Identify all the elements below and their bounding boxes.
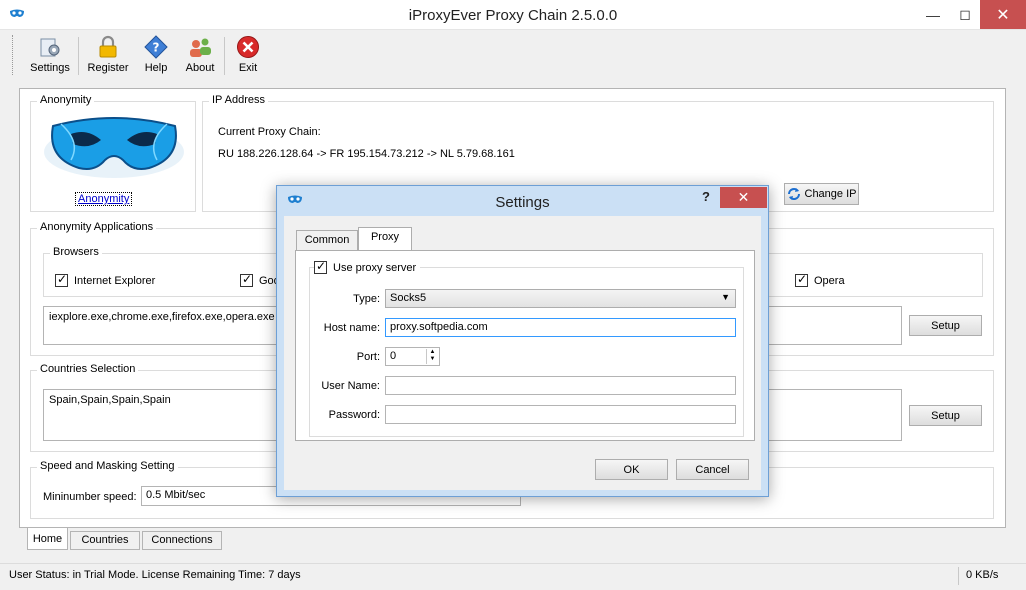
anonymity-group-label: Anonymity: [37, 94, 95, 106]
user-status-text: User Status: in Trial Mode. License Rema…: [9, 569, 301, 581]
type-value: Socks5: [390, 292, 427, 304]
anonymity-group: Anonymity Anonymity: [30, 94, 196, 212]
svg-text:?: ?: [153, 41, 160, 55]
exit-icon: [237, 36, 259, 58]
help-button[interactable]: ? Help: [140, 35, 172, 79]
dialog-help-button[interactable]: ?: [702, 189, 710, 204]
settings-label: Settings: [30, 62, 70, 74]
opera-checkbox[interactable]: ✓ Opera: [795, 272, 845, 287]
anonymity-mask-icon: [41, 112, 187, 184]
ip-address-group-label: IP Address: [209, 94, 268, 106]
internet-explorer-label: Internet Explorer: [74, 274, 156, 287]
host-name-label: Host name:: [323, 322, 380, 334]
spin-arrows-icon[interactable]: ▲ ▼: [426, 349, 438, 364]
dialog-title: Settings: [495, 194, 550, 211]
about-label: About: [185, 62, 215, 74]
toolbar-separator: [224, 37, 225, 75]
type-label: Type:: [353, 293, 380, 305]
settings-icon: [40, 38, 60, 57]
users-icon: [190, 38, 211, 57]
tab-proxy[interactable]: Proxy: [358, 227, 412, 251]
password-input[interactable]: [385, 405, 736, 424]
anonymity-applications-label: Anonymity Applications: [37, 221, 157, 233]
about-button[interactable]: About: [182, 35, 218, 79]
exit-button[interactable]: Exit: [234, 35, 262, 79]
applications-setup-button[interactable]: Setup: [909, 315, 982, 336]
maximize-button[interactable]: ◻: [948, 0, 982, 29]
minimize-button[interactable]: —: [916, 0, 950, 29]
use-proxy-label: Use proxy server: [333, 261, 417, 274]
dropdown-arrow-icon: ▼: [721, 292, 730, 302]
refresh-icon: [787, 188, 800, 200]
settings-button[interactable]: Settings: [24, 35, 76, 79]
port-label: Port:: [356, 351, 380, 363]
status-bar: User Status: in Trial Mode. License Rema…: [0, 563, 1026, 590]
google-chrome-checkbox[interactable]: ✓ Goo: [240, 272, 280, 287]
title-bar: iProxyEver Proxy Chain 2.5.0.0 — ◻ ✕: [0, 0, 1026, 30]
help-label: Help: [144, 62, 168, 74]
toolbar: Settings Register ? Help About Exit: [0, 31, 1026, 81]
use-proxy-checkbox[interactable]: ✓ Use proxy server: [314, 259, 421, 274]
register-label: Register: [87, 62, 129, 74]
close-button[interactable]: ✕: [980, 0, 1026, 29]
settings-dialog: Settings ? ✕ Common Proxy ✓ Use proxy ser…: [276, 185, 769, 497]
tab-connections[interactable]: Connections: [142, 531, 222, 550]
cancel-button[interactable]: Cancel: [676, 459, 749, 480]
status-divider: [958, 567, 959, 585]
change-ip-button[interactable]: Change IP: [784, 183, 859, 205]
tab-home[interactable]: Home: [27, 528, 68, 550]
help-icon: ?: [144, 35, 168, 59]
countries-setup-button[interactable]: Setup: [909, 405, 982, 426]
transfer-speed-text: 0 KB/s: [966, 569, 999, 581]
speed-masking-label: Speed and Masking Setting: [37, 460, 178, 472]
register-button[interactable]: Register: [84, 35, 132, 79]
dialog-close-button[interactable]: ✕: [720, 187, 767, 208]
internet-explorer-checkbox[interactable]: ✓ Internet Explorer: [55, 272, 156, 287]
current-proxy-chain-value: RU 188.226.128.64 -> FR 195.154.73.212 -…: [218, 148, 515, 160]
current-proxy-chain-label: Current Proxy Chain:: [218, 126, 321, 138]
lock-icon: [99, 35, 117, 58]
tab-countries[interactable]: Countries: [70, 531, 140, 550]
user-name-label: User Name:: [321, 380, 380, 392]
user-name-input[interactable]: [385, 376, 736, 395]
opera-label: Opera: [814, 274, 845, 287]
countries-selection-label: Countries Selection: [37, 363, 139, 375]
dialog-body: Common Proxy ✓ Use proxy server Type: Soc…: [284, 216, 761, 490]
window-title: iProxyEver Proxy Chain 2.5.0.0: [408, 7, 618, 24]
toolbar-separator: [78, 37, 79, 75]
port-stepper[interactable]: 0 ▲ ▼: [385, 347, 440, 366]
host-name-input[interactable]: proxy.softpedia.com: [385, 318, 736, 337]
password-label: Password:: [328, 409, 380, 421]
exit-label: Exit: [238, 62, 258, 74]
port-value: 0: [390, 350, 397, 362]
ok-button[interactable]: OK: [595, 459, 668, 480]
proxy-tab-page: ✓ Use proxy server Type: Socks5 ▼ Host na…: [295, 250, 755, 441]
type-select[interactable]: Socks5 ▼: [385, 289, 736, 308]
min-speed-label: Mininumber speed:: [43, 491, 137, 503]
tab-common[interactable]: Common: [296, 230, 358, 251]
anonymity-link[interactable]: Anonymity: [75, 192, 133, 206]
toolbar-grip: [12, 35, 15, 75]
browsers-label: Browsers: [50, 246, 102, 258]
change-ip-label: Change IP: [804, 188, 857, 200]
